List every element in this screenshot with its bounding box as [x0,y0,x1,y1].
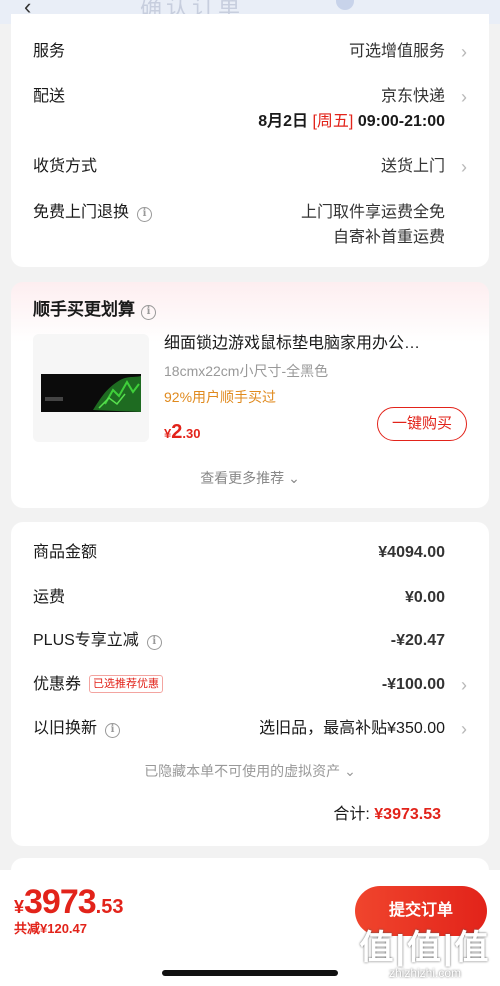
total-saved: 共减¥120.47 [14,921,87,936]
freight-label: 运费 [33,589,66,606]
recommend-title-text: 顺手买更划算 [33,300,135,319]
plus-discount-label: PLUS专享立减 i [33,629,162,653]
shipping-window: 09:00-21:00 [357,113,445,130]
chevron-right-icon: › [461,675,467,695]
shipping-time: 8月2日 [周五] 09:00-21:00 [258,110,445,134]
returns-row: 免费上门退换 i 上门取件享运费全免 自寄补首重运费 [33,201,467,251]
chevron-right-icon: › [461,157,467,177]
quick-buy-button[interactable]: 一键购买 [377,407,467,441]
watermark: 值|值|值 zhizhizhi.com [350,930,500,980]
coupon-label-text: 优惠券 [33,676,82,693]
receive-row[interactable]: 收货方式 送货上门 › [33,155,467,179]
service-row[interactable]: 服务 可选增值服务 › [33,40,467,64]
trade-in-value: 选旧品，最高补贴¥350.00 [259,720,445,737]
product-thumbnail[interactable] [33,334,149,442]
plus-discount-label-text: PLUS专享立减 [33,632,139,649]
shipping-carrier: 京东快递 [380,88,445,105]
shipping-label: 配送 [33,88,66,105]
coupon-value: -¥100.00 [381,676,445,693]
service-value: 可选增值服务 [348,43,445,60]
goods-amount-row: 商品金额 ¥4094.00 [33,541,467,565]
watermark-url: zhizhizhi.com [388,966,462,980]
freight-row: 运费 ¥0.00 [33,586,467,610]
trade-in-label-text: 以旧换新 [33,720,98,737]
total-row: 合计: ¥3973.53 [333,803,441,827]
hidden-assets-toggle[interactable]: 已隐藏本单不可使用的虚拟资产 ⌄ [11,760,489,782]
info-icon[interactable]: i [137,207,153,222]
shipping-weekday: [周五] [312,113,354,130]
coupon-tag: 已选推荐优惠 [89,675,164,693]
info-icon[interactable]: i [105,723,121,738]
product-spec: 18cmx22cm小尺寸-全黑色 [164,363,329,379]
returns-line1: 上门取件享运费全免 [300,204,445,221]
price-int: 2 [171,421,183,443]
chevron-right-icon: › [461,87,467,107]
info-icon[interactable]: i [146,635,162,650]
final-price-symbol: ¥ [14,897,25,917]
shipping-date: 8月2日 [258,113,309,130]
product-name[interactable]: 细面锁边游戏鼠标垫电脑家用办公… [164,332,469,356]
chevron-right-icon: › [461,42,467,62]
more-recommendations-link[interactable]: 查看更多推荐 ⌄ [11,467,489,489]
trade-in-label: 以旧换新 i [33,717,121,741]
coupon-row[interactable]: 优惠券 已选推荐优惠 -¥100.00 › [33,673,467,697]
price-dec: .30 [182,426,201,441]
watermark-logo: 值|值|值 [359,929,491,967]
shipping-row[interactable]: 配送 京东快递 › 8月2日 [周五] 09:00-21:00 [33,85,467,137]
freight-value: ¥0.00 [404,589,445,606]
receive-label: 收货方式 [33,158,98,175]
mousepad-image [33,334,149,442]
total-value: ¥3973.53 [374,806,441,823]
trade-in-row[interactable]: 以旧换新 i 选旧品，最高补贴¥350.00 › [33,717,467,741]
plus-discount-row: PLUS专享立减 i -¥20.47 [33,629,467,653]
product-price: ¥2.30 [164,420,200,446]
price-summary-card: 商品金额 ¥4094.00 运费 ¥0.00 PLUS专享立减 i -¥20.47… [11,522,489,846]
info-icon[interactable]: i [141,305,156,320]
final-price-int: 3973 [24,883,97,921]
recommend-title: 顺手买更划算 i [33,298,156,322]
checkout-bar: ¥3973.53 共减¥120.47 提交订单 值|值|值 zhizhizhi.… [0,870,500,986]
coupon-label: 优惠券 已选推荐优惠 [33,673,164,697]
receive-value: 送货上门 [380,158,445,175]
final-price-dec: .53 [95,896,124,918]
delivery-card: 服务 可选增值服务 › 配送 京东快递 › 8月2日 [周五] 09:00-21… [11,14,489,267]
recommend-card: 顺手买更划算 i 细面锁边游戏鼠标垫电脑家用办公… 18cmx22cm小尺寸-全黑… [11,282,489,508]
product-social-proof: 92%用户顺手买过 [164,389,277,405]
help-icon[interactable] [336,0,354,10]
home-indicator [162,970,338,976]
goods-amount-label: 商品金额 [33,544,98,561]
returns-line2: 自寄补首重运费 [332,229,445,246]
service-label: 服务 [33,43,66,60]
chevron-right-icon: › [461,719,467,739]
total-label: 合计: [333,806,370,823]
plus-discount-value: -¥20.47 [390,632,445,649]
returns-label: 免费上门退换 i [33,201,153,225]
returns-label-text: 免费上门退换 [33,204,130,221]
goods-amount-value: ¥4094.00 [378,544,445,561]
